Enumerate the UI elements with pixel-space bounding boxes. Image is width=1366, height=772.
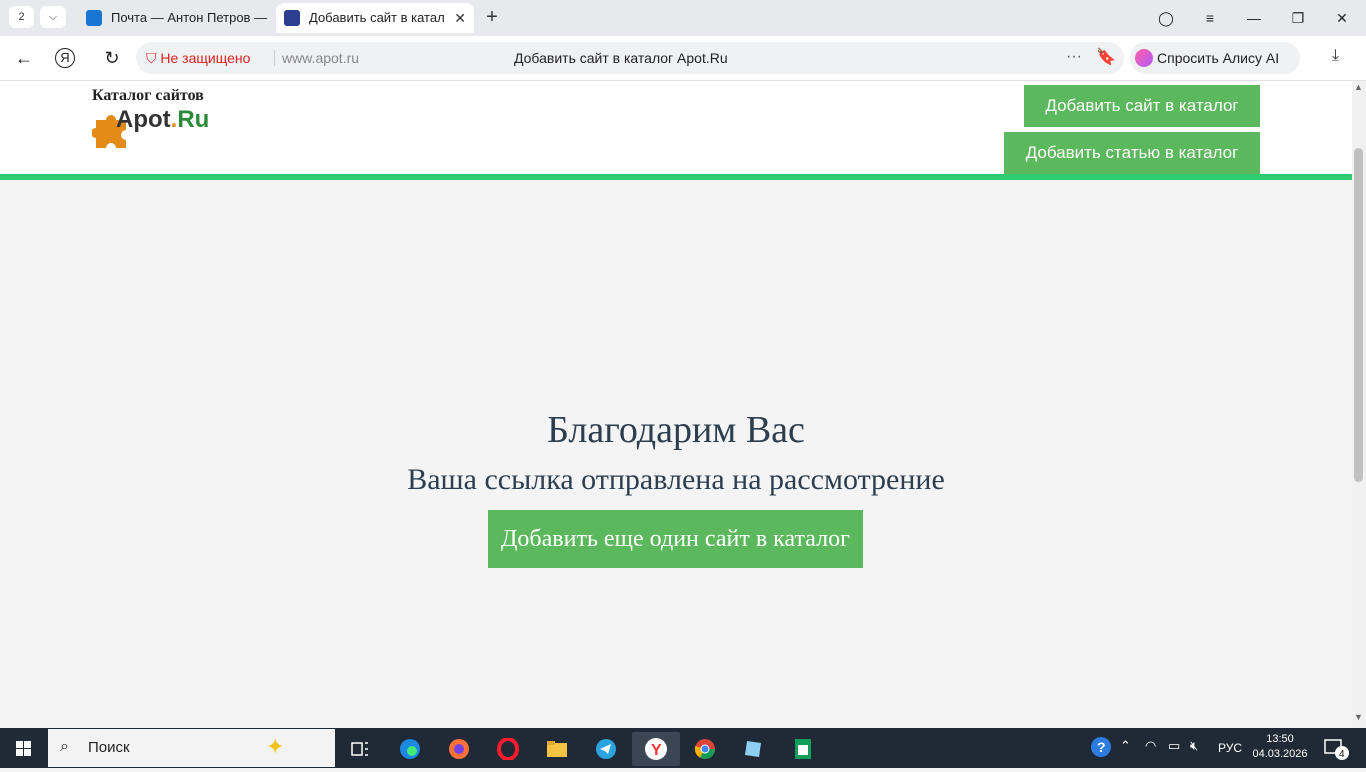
add-another-site-button[interactable]: Добавить еще один сайт в каталог [488, 510, 863, 568]
scroll-up-icon[interactable]: ▲ [1354, 82, 1363, 92]
logo-apot: Apot [116, 106, 171, 133]
tab-mail[interactable]: Почта — Антон Петров — [78, 3, 272, 33]
tab-title: Добавить сайт в катал [309, 10, 445, 25]
windows-start-icon[interactable] [0, 728, 48, 768]
opera-icon[interactable] [488, 732, 528, 766]
battery-icon[interactable]: ▭ [1168, 738, 1180, 754]
alice-label: Спросить Алису AI [1157, 50, 1280, 66]
tab-apot-active[interactable]: Добавить сайт в катал ✕ [276, 3, 474, 33]
tab-title: Почта — Антон Петров — [111, 10, 268, 25]
copilot-sparkle-icon[interactable]: ✦ [266, 734, 284, 760]
logo-text[interactable]: Apot.Ru [116, 106, 209, 134]
browser-menu-icon[interactable]: ≡ [1188, 0, 1232, 36]
help-icon[interactable]: ? [1090, 736, 1112, 761]
notifications-icon[interactable]: 4 [1324, 737, 1350, 764]
url-divider [274, 50, 275, 66]
mail-favicon-icon [86, 10, 102, 26]
reload-button[interactable]: ↻ [100, 47, 124, 69]
tray-chevron-icon[interactable]: ⌃ [1120, 738, 1131, 754]
header-accent-line [0, 174, 1352, 180]
chrome-icon[interactable] [685, 732, 725, 766]
more-icon[interactable]: ··· [1066, 47, 1082, 67]
thanks-heading: Благодарим Вас [547, 409, 805, 451]
tab-close-icon[interactable]: ✕ [454, 3, 466, 33]
yandex-button[interactable]: Я [55, 48, 75, 68]
url-text[interactable]: www.apot.ru [282, 48, 359, 68]
search-icon: ⌕ [60, 738, 69, 755]
firefox-icon[interactable] [439, 732, 479, 766]
language-indicator[interactable]: РУС [1218, 741, 1242, 755]
file-explorer-icon[interactable] [537, 732, 577, 766]
yandex-browser-icon[interactable]: Y [632, 732, 680, 766]
svg-text:Y: Y [651, 742, 662, 759]
restore-button[interactable]: ❐ [1276, 0, 1320, 36]
new-tab-button[interactable]: + [482, 7, 502, 27]
clock-time: 13:50 [1266, 733, 1294, 745]
close-window-button[interactable]: ✕ [1320, 0, 1364, 36]
task-view-icon[interactable] [340, 732, 380, 766]
apot-favicon-icon [284, 10, 300, 26]
svg-text:?: ? [1097, 739, 1106, 755]
security-indicator[interactable]: ⛉ Не защищено [146, 48, 250, 68]
download-icon[interactable]: ⤓ [1332, 47, 1339, 65]
tab-list-chevron-icon[interactable]: ⌵ [40, 6, 66, 28]
scrollbar-thumb[interactable] [1354, 148, 1363, 482]
tab-counter-button[interactable]: 2 [9, 6, 34, 28]
logo-caption[interactable]: Каталог сайтов [92, 87, 204, 105]
scroll-down-icon[interactable]: ▼ [1354, 712, 1363, 722]
security-text: Не защищено [160, 50, 251, 66]
edge-icon[interactable] [390, 732, 430, 766]
volume-muted-icon[interactable]: 🔇︎ [1190, 738, 1198, 754]
alice-button[interactable]: Спросить Алису AI [1130, 42, 1300, 74]
telegram-icon[interactable] [586, 732, 626, 766]
clock[interactable]: 13:50 04.03.2026 [1250, 732, 1310, 762]
add-site-button[interactable]: Добавить сайт в каталог [1024, 85, 1260, 127]
clock-date: 04.03.2026 [1252, 748, 1308, 760]
logo-ru: Ru [177, 106, 210, 133]
account-icon[interactable]: ◯ [1144, 0, 1188, 36]
back-button[interactable]: ← [12, 47, 36, 69]
spreadsheet-icon[interactable] [783, 732, 823, 766]
page-title: Добавить сайт в каталог Apot.Ru [514, 50, 728, 66]
sent-message: Ваша ссылка отправлена на рассмотрение [407, 463, 945, 496]
minimize-button[interactable]: — [1232, 0, 1276, 36]
notes-app-icon[interactable] [734, 732, 774, 766]
wifi-icon[interactable]: ◠ [1145, 738, 1156, 754]
svg-text:4: 4 [1339, 749, 1345, 760]
search-placeholder: Поиск [88, 739, 130, 756]
shield-icon: ⛉ [146, 50, 157, 66]
bookmark-icon[interactable]: 🔖 [1096, 48, 1116, 68]
alice-icon [1135, 49, 1153, 67]
add-article-button[interactable]: Добавить статью в каталог [1004, 132, 1260, 174]
